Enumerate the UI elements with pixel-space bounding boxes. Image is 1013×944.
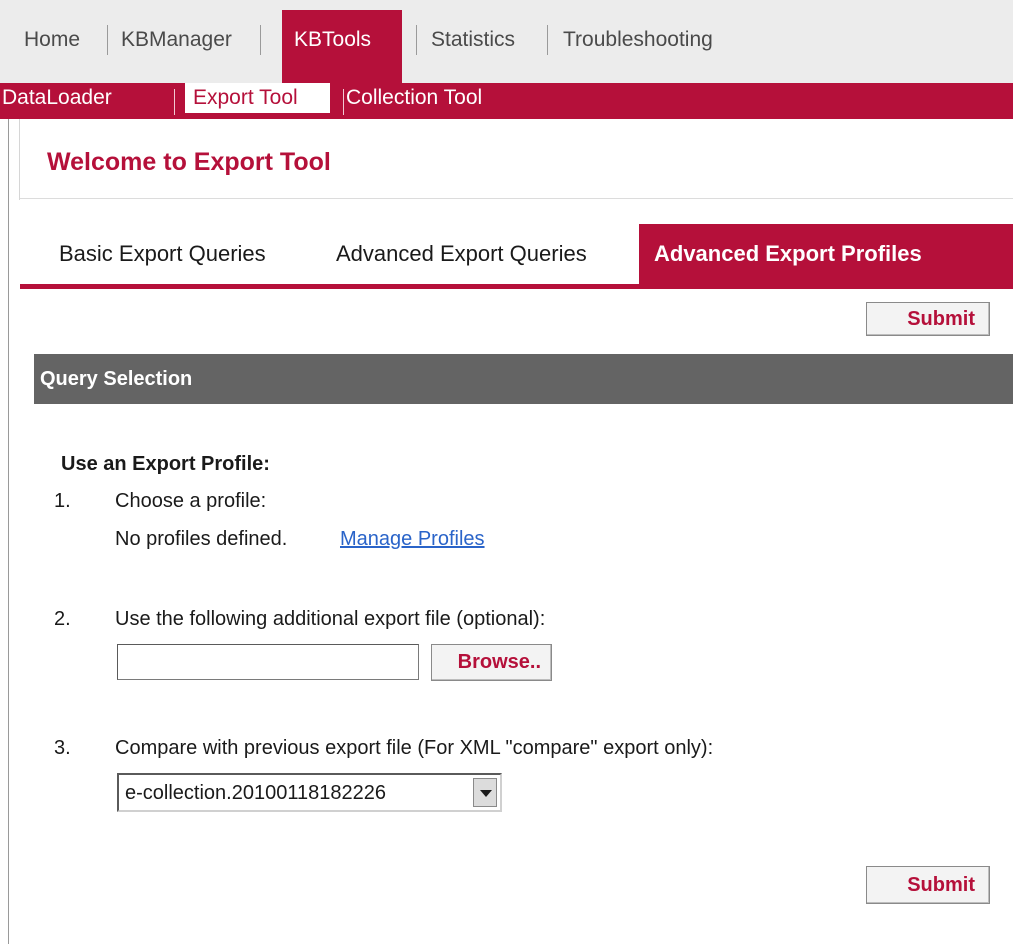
tab-advanced-export-profiles-label: Advanced Export Profiles xyxy=(654,241,922,266)
page-title: Welcome to Export Tool xyxy=(47,148,331,176)
nav-kbtools-label: KBTools xyxy=(294,28,372,51)
browse-button[interactable]: Browse.. xyxy=(431,644,552,681)
step-1-number: 1. xyxy=(54,490,71,512)
no-profiles-note: No profiles defined. xyxy=(115,528,288,550)
nav-troubleshooting[interactable]: Troubleshooting xyxy=(563,28,713,52)
nav-separator xyxy=(107,25,108,55)
subnav-separator xyxy=(174,89,175,115)
chevron-down-icon[interactable] xyxy=(473,778,497,807)
nav-home[interactable]: Home xyxy=(24,28,80,52)
top-navigation: Home KBManager KBTools Statistics Troubl… xyxy=(0,0,1013,83)
nav-separator xyxy=(547,25,548,55)
previous-export-selected-value: e-collection.20100118182226 xyxy=(125,782,386,804)
step-2-number: 2. xyxy=(54,608,71,630)
subnav-export-tool[interactable]: Export Tool xyxy=(185,83,330,113)
step-1-label: Choose a profile: xyxy=(115,490,267,512)
title-divider xyxy=(20,198,1013,199)
subnav-separator xyxy=(343,89,344,115)
nav-separator xyxy=(416,25,417,55)
tab-underline xyxy=(20,284,1013,289)
step-3-number: 3. xyxy=(54,737,71,759)
sub-navigation: DataLoader Export Tool Collection Tool xyxy=(0,83,1013,119)
tab-basic-export-queries[interactable]: Basic Export Queries xyxy=(59,241,266,267)
query-selection-header: Query Selection xyxy=(34,354,1013,404)
content-border xyxy=(8,119,9,944)
tab-advanced-export-profiles[interactable]: Advanced Export Profiles xyxy=(639,224,1013,284)
export-file-input[interactable] xyxy=(117,644,419,680)
step-3-label: Compare with previous export file (For X… xyxy=(115,737,714,759)
nav-kbtools[interactable]: KBTools xyxy=(282,10,402,83)
subnav-collection-tool[interactable]: Collection Tool xyxy=(346,86,482,110)
tab-advanced-export-queries[interactable]: Advanced Export Queries xyxy=(336,241,587,267)
content-border xyxy=(19,119,20,200)
subnav-dataloader[interactable]: DataLoader xyxy=(2,86,112,110)
export-profile-heading: Use an Export Profile: xyxy=(61,453,270,475)
submit-button-bottom[interactable]: Submit xyxy=(866,866,990,904)
query-selection-title: Query Selection xyxy=(40,368,193,390)
nav-kbmanager[interactable]: KBManager xyxy=(121,28,232,52)
previous-export-select[interactable]: e-collection.20100118182226 xyxy=(117,773,502,812)
submit-button-top[interactable]: Submit xyxy=(866,302,990,336)
nav-statistics[interactable]: Statistics xyxy=(431,28,515,52)
nav-separator xyxy=(260,25,261,55)
manage-profiles-link[interactable]: Manage Profiles xyxy=(340,528,485,551)
step-2-label: Use the following additional export file… xyxy=(115,608,546,630)
subnav-export-tool-label: Export Tool xyxy=(193,86,298,109)
